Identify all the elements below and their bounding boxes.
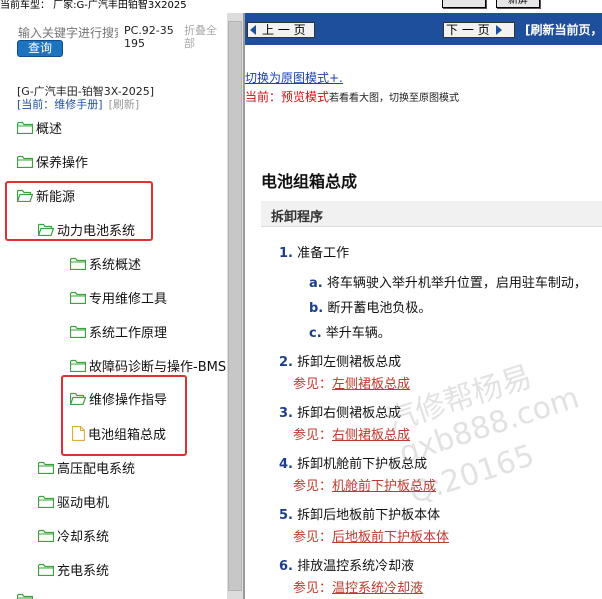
step-item: 2. 拆卸左侧裙板总成: [279, 351, 401, 370]
folder-icon: [38, 529, 54, 542]
substep-text: 断开蓄电池负极。: [327, 301, 432, 316]
refresh-link[interactable]: [刷新]: [109, 98, 140, 111]
tree-item-working-principle[interactable]: 系统工作原理: [70, 321, 167, 341]
tree-item-overview[interactable]: 概述: [17, 117, 62, 137]
mode-hint: 若看看大图，切换至原图模式: [329, 93, 460, 104]
tree-item-drive-motor[interactable]: 驱动电机: [38, 491, 109, 511]
tree-item-special-tools[interactable]: 专用维修工具: [70, 287, 167, 307]
substep-letter: b.: [309, 301, 324, 316]
substep-text: 举升车辆。: [325, 326, 391, 341]
mode-current-label: 当前：: [245, 90, 282, 104]
substep-item: b. 断开蓄电池负极。: [309, 297, 431, 316]
reference-line: 参见：温控系统冷却液: [293, 577, 423, 596]
refresh-current-page[interactable]: [刷新当前页，: [525, 22, 602, 38]
page-title: 电池组箱总成: [261, 172, 358, 191]
top-bar: 当前车型： 厂家:G-广汽丰田铂智3X2025 新屏: [0, 0, 602, 13]
step-text: 排放温控系统冷却液: [297, 559, 415, 574]
reference-prefix: 参见：: [293, 581, 333, 596]
mode-line: 当前：预览模式若看看大图，切换至原图模式: [245, 88, 459, 105]
reference-link[interactable]: 左侧裙板总成: [332, 377, 410, 392]
tree-item-label: 系统概述: [89, 257, 142, 273]
reference-link[interactable]: 温控系统冷却液: [332, 581, 423, 596]
step-number: 2.: [279, 355, 293, 370]
folder-icon: [38, 563, 54, 576]
folder-icon: [70, 291, 86, 304]
substep-item: c. 举升车辆。: [309, 322, 391, 341]
highlight-box-new-energy: [5, 181, 153, 241]
tree-item-label: 专用维修工具: [89, 291, 168, 307]
step-number: 3.: [279, 406, 293, 421]
left-panel: 查询 PC.92-35195 折叠全部 [G-广汽丰田-铂智3X-2025] […: [0, 13, 227, 599]
step-number: 6.: [279, 559, 293, 574]
toolbar-button[interactable]: [442, 0, 486, 8]
reference-prefix: 参见：: [293, 530, 333, 545]
reference-line: 参见：后地板前下护板本体: [293, 526, 449, 545]
step-item: 1. 准备工作: [279, 242, 349, 261]
tree-item-dtc-diagnosis[interactable]: 故障码诊断与操作-BMS: [70, 355, 226, 375]
tree-item-system-overview[interactable]: 系统概述: [70, 253, 141, 273]
mode-preview-label: 预览模式: [281, 90, 330, 104]
query-button[interactable]: 查询: [17, 40, 63, 57]
prev-page-label: 上 一 页: [262, 23, 306, 37]
tree-item-maintenance[interactable]: 保养操作: [17, 151, 88, 171]
content-panel: 上 一 页 下 一 页 [刷新当前页， 切换为原图模式+. 当前：预览模式若看看…: [245, 13, 602, 599]
section-header: 拆卸程序: [261, 201, 602, 227]
current-manual-label: [当前：维修手册]: [17, 98, 103, 111]
keyword-input[interactable]: [18, 25, 118, 41]
reference-line: 参见：左侧裙板总成: [293, 373, 410, 392]
step-text: 准备工作: [297, 246, 350, 261]
new-screen-button[interactable]: 新屏: [496, 0, 540, 8]
next-page-button[interactable]: 下 一 页: [443, 22, 515, 38]
step-item: 6. 排放温控系统冷却液: [279, 555, 414, 574]
tree-item-label: 驱动电机: [57, 495, 110, 511]
step-text: 拆卸左侧裙板总成: [297, 355, 402, 370]
reference-prefix: 参见：: [293, 377, 333, 392]
folder-icon: [70, 359, 86, 372]
folder-icon: [17, 593, 33, 599]
tree-item-label: 故障码诊断与操作-BMS: [89, 359, 227, 375]
substep-letter: a.: [309, 276, 323, 291]
tree-item-charging-system[interactable]: 充电系统: [38, 559, 109, 579]
page-nav-bar: 上 一 页 下 一 页 [刷新当前页，: [245, 13, 602, 45]
substep-letter: c.: [309, 326, 322, 341]
folder-icon: [17, 121, 33, 134]
step-number: 5.: [279, 508, 293, 523]
reference-link[interactable]: 后地板前下护板本体: [332, 530, 449, 545]
tree-item-label: 充电系统: [57, 563, 110, 579]
model-subtitle: [当前：维修手册] [刷新]: [17, 98, 139, 111]
tree-item-partial[interactable]: [17, 589, 33, 599]
next-page-label: 下 一 页: [446, 23, 490, 37]
tree-scrollbar[interactable]: [227, 13, 243, 599]
tree-item-label: 保养操作: [36, 155, 89, 171]
reference-prefix: 参见：: [293, 479, 333, 494]
tree-item-label: 概述: [36, 121, 63, 137]
substep-text: 将车辆驶入举升机举升位置，启用驻车制动，: [326, 276, 587, 291]
switch-original-mode-link[interactable]: 切换为原图模式+.: [245, 69, 343, 86]
pc-code: PC.92-35195: [124, 24, 174, 50]
search-area: 查询 PC.92-35195 折叠全部: [0, 13, 227, 63]
model-title: [G-广汽丰田-铂智3X-2025]: [17, 85, 154, 98]
folder-icon: [38, 495, 54, 508]
tree-item-label: 高压配电系统: [57, 461, 136, 477]
vehicle-label: 当前车型： 厂家:G-广汽丰田铂智3X2025: [0, 0, 187, 11]
tree-item-label: 冷却系统: [57, 529, 110, 545]
step-number: 1.: [279, 246, 293, 261]
scrollbar-thumb[interactable]: [228, 21, 242, 591]
folder-icon: [17, 155, 33, 168]
fold-all-link[interactable]: 折叠全部: [184, 24, 220, 50]
folder-icon: [70, 325, 86, 338]
highlight-box-repair-guide: [61, 375, 187, 456]
substep-item: a. 将车辆驶入举升机举升位置，启用驻车制动，: [309, 272, 587, 291]
arrow-left-icon: [250, 25, 256, 35]
step-number: 4.: [279, 457, 293, 472]
arrow-right-icon: [495, 25, 502, 35]
prev-page-button[interactable]: 上 一 页: [247, 22, 315, 38]
reference-prefix: 参见：: [293, 428, 333, 443]
tree-item-hv-distribution[interactable]: 高压配电系统: [38, 457, 135, 477]
folder-icon: [70, 257, 86, 270]
folder-icon: [38, 461, 54, 474]
section-title: 拆卸程序: [271, 210, 324, 225]
tree-item-cooling-system[interactable]: 冷却系统: [38, 525, 109, 545]
tree-item-label: 系统工作原理: [89, 325, 168, 341]
